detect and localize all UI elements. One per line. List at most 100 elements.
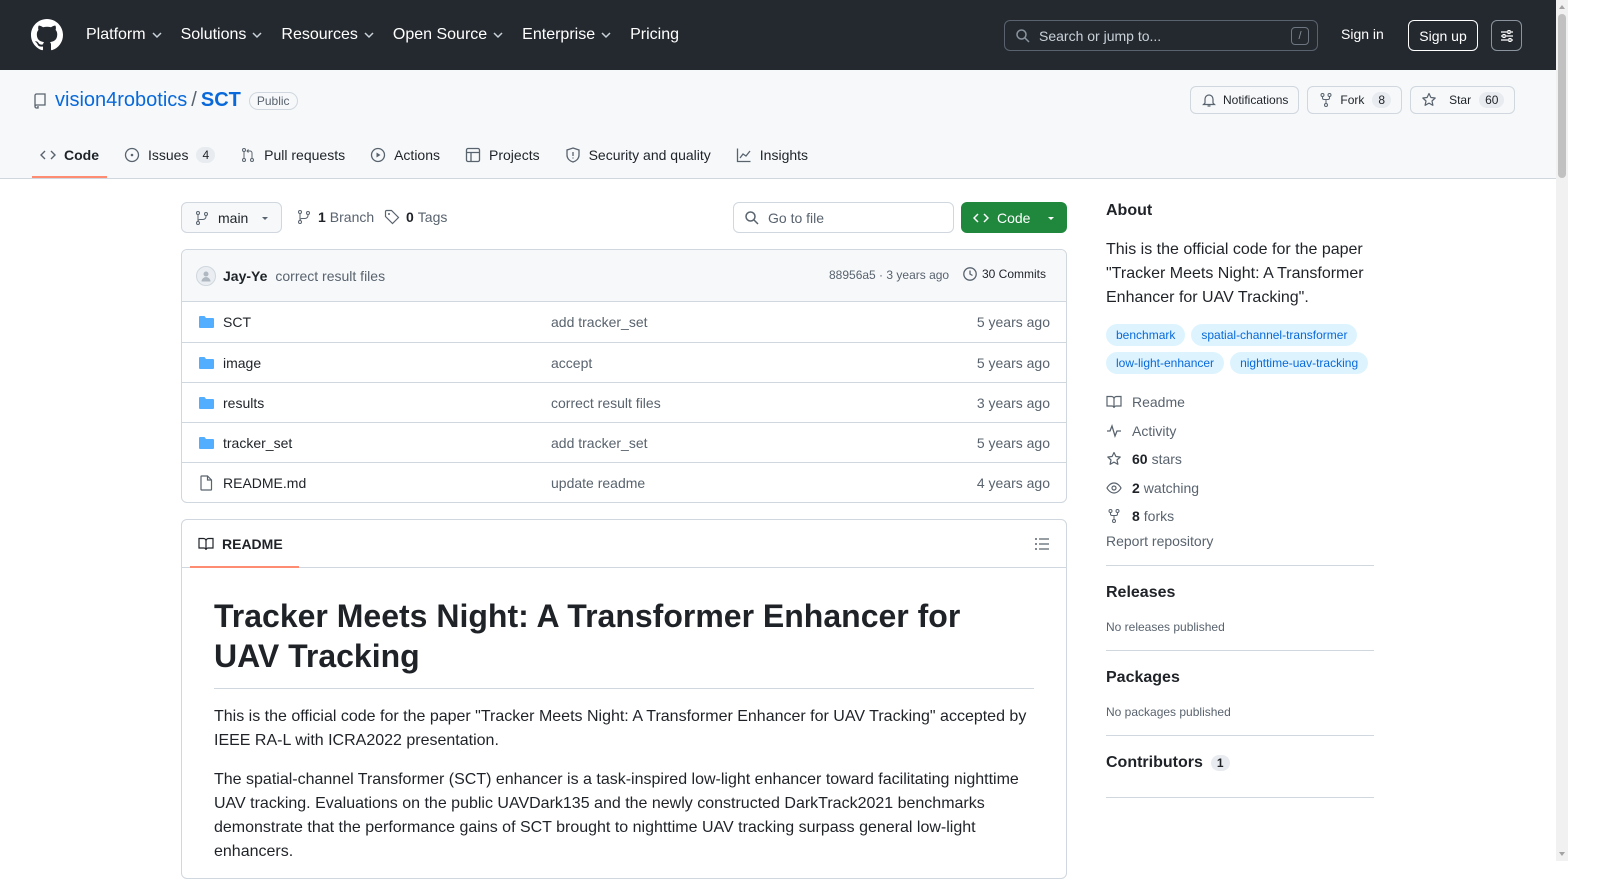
sign-up-button[interactable]: Sign up [1408, 20, 1478, 51]
file-name-link[interactable]: tracker_set [223, 435, 292, 451]
star-button[interactable]: Star 60 [1410, 86, 1516, 114]
fork-icon [1320, 93, 1332, 107]
about-title: About [1106, 202, 1153, 219]
tab-actions[interactable]: Actions [362, 135, 448, 175]
list-icon[interactable] [1034, 536, 1050, 552]
code-icon [973, 212, 989, 223]
book-icon [198, 537, 214, 550]
file-toolbar: main 1 Branch 0 Tags Go to file Code [181, 202, 1067, 233]
nav-pricing[interactable]: Pricing [630, 22, 679, 48]
nav-resources[interactable]: Resources [281, 22, 374, 48]
contributors-section: Contributors 1 [1106, 736, 1374, 798]
menu-button[interactable] [1491, 20, 1522, 51]
file-commit-message[interactable]: add tracker_set [551, 435, 648, 451]
tags-link[interactable]: 0 Tags [384, 209, 447, 225]
file-commit-message[interactable]: accept [551, 355, 592, 371]
file-row[interactable]: SCT add tracker_set 5 years ago [182, 302, 1066, 342]
folder-icon [199, 396, 214, 409]
tab-pull-requests[interactable]: Pull requests [232, 135, 353, 175]
code-button[interactable]: Code [961, 202, 1067, 233]
star-icon [1107, 452, 1121, 466]
tab-insights[interactable]: Insights [728, 135, 816, 175]
file-row[interactable]: README.md update readme 4 years ago [182, 462, 1066, 502]
releases-title[interactable]: Releases [1106, 584, 1374, 602]
file-row[interactable]: tracker_set add tracker_set 5 years ago [182, 422, 1066, 462]
readme-content: Tracker Meets Night: A Transformer Enhan… [182, 568, 1066, 878]
file-name-link[interactable]: results [223, 395, 264, 411]
github-logo-icon[interactable] [31, 19, 63, 51]
fork-icon [1108, 509, 1120, 524]
nav-open-source[interactable]: Open Source [393, 22, 504, 48]
file-commit-message[interactable]: update readme [551, 475, 645, 491]
readme-link[interactable]: Readme [1106, 388, 1374, 417]
repo-tabs: Code Issues 4 Pull requests Actions Proj… [32, 135, 825, 178]
file-commit-message[interactable]: correct result files [551, 395, 661, 411]
avatar[interactable] [196, 265, 216, 286]
commits-link[interactable]: 30 Commits [962, 266, 1046, 282]
latest-commit: Jay-Ye correct result files 88956a5 · 3 … [182, 250, 1066, 302]
scroll-up-arrow-icon[interactable] [1557, 2, 1567, 12]
file-row[interactable]: results correct result files 3 years ago [182, 382, 1066, 422]
file-name-link[interactable]: SCT [223, 314, 251, 330]
search-input[interactable]: Search or jump to... / [1004, 20, 1318, 51]
topic-tag[interactable]: spatial-channel-transformer [1191, 324, 1358, 346]
tab-projects[interactable]: Projects [457, 135, 548, 175]
stars-link[interactable]: 60 stars [1106, 445, 1374, 474]
shield-icon [565, 147, 580, 163]
fork-button[interactable]: Fork 8 [1307, 86, 1403, 114]
readme-tab[interactable]: README [190, 520, 299, 568]
activity-link[interactable]: Activity [1106, 417, 1374, 446]
code-icon [40, 150, 56, 160]
pulse-icon [1107, 423, 1121, 438]
folder-icon [199, 436, 214, 449]
topic-tag[interactable]: nighttime-uav-tracking [1230, 352, 1369, 374]
file-name-link[interactable]: image [223, 355, 261, 371]
branches-link[interactable]: 1 Branch [296, 209, 374, 225]
branch-select-button[interactable]: main [181, 202, 282, 233]
nav-platform[interactable]: Platform [86, 22, 163, 48]
topics: benchmark spatial-channel-transformer lo… [1106, 324, 1374, 374]
repo-owner-link[interactable]: vision4robotics [55, 89, 187, 112]
tab-issues[interactable]: Issues 4 [116, 135, 223, 175]
sign-in-link[interactable]: Sign in [1341, 26, 1384, 42]
tag-icon [384, 209, 400, 225]
report-repository-link[interactable]: Report repository [1106, 533, 1374, 549]
commit-message-link[interactable]: correct result files [275, 268, 385, 284]
watchers-link[interactable]: 2 watching [1106, 474, 1374, 503]
commit-author-link[interactable]: Jay-Ye [223, 268, 267, 284]
sliders-icon [1500, 29, 1513, 42]
file-row[interactable]: image accept 5 years ago [182, 342, 1066, 382]
readme-paragraph: This is the official code for the paper … [214, 708, 1027, 749]
folder-icon [199, 316, 214, 328]
go-to-file-input[interactable]: Go to file [733, 202, 954, 233]
scrollbar-thumb[interactable] [1558, 14, 1566, 178]
branch-icon [196, 210, 208, 225]
packages-title[interactable]: Packages [1106, 669, 1374, 687]
repo-title: vision4robotics / SCT Public [32, 89, 298, 112]
tab-code[interactable]: Code [32, 135, 107, 178]
repo-name-link[interactable]: SCT [201, 89, 241, 112]
tab-security[interactable]: Security and quality [557, 135, 719, 175]
nav-enterprise[interactable]: Enterprise [522, 22, 612, 48]
issue-icon [124, 147, 140, 163]
chevron-down-icon [601, 32, 611, 39]
nav-solutions[interactable]: Solutions [181, 22, 264, 48]
packages-empty: No packages published [1106, 704, 1231, 719]
forks-link[interactable]: 8 forks [1106, 502, 1374, 531]
topic-tag[interactable]: benchmark [1106, 324, 1186, 346]
issues-count: 4 [196, 147, 216, 163]
search-icon [1016, 28, 1030, 43]
notifications-button[interactable]: Notifications [1190, 86, 1300, 114]
main-nav: Platform Solutions Resources Open Source… [86, 22, 697, 48]
file-date: 4 years ago [976, 474, 1050, 491]
scroll-down-arrow-icon[interactable] [1557, 849, 1567, 859]
commit-meta[interactable]: 88956a5 · 3 years ago [829, 268, 949, 282]
contributors-title[interactable]: Contributors 1 [1106, 754, 1374, 772]
file-name-link[interactable]: README.md [223, 475, 306, 491]
releases-empty: No releases published [1106, 619, 1225, 634]
repo-separator: / [191, 89, 197, 111]
chevron-down-icon [152, 32, 162, 39]
fork-count: 8 [1372, 92, 1392, 108]
topic-tag[interactable]: low-light-enhancer [1106, 352, 1225, 374]
file-commit-message[interactable]: add tracker_set [551, 314, 648, 330]
